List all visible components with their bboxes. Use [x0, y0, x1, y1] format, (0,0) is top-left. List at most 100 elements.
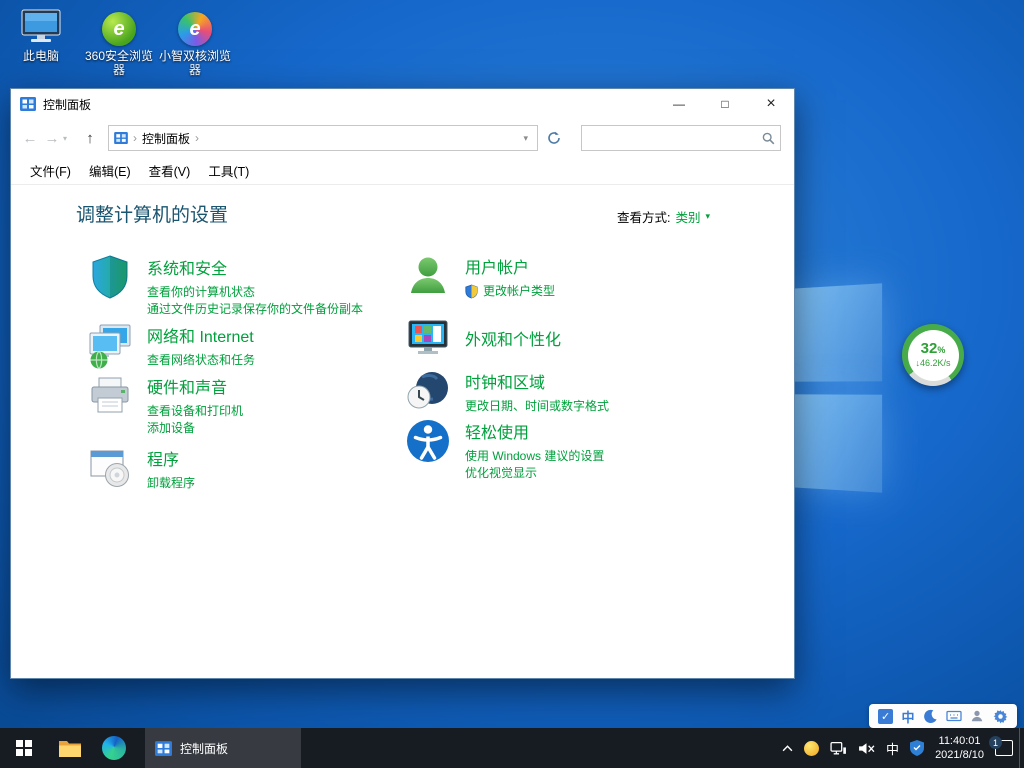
maximize-button[interactable]: □ [702, 89, 748, 119]
desktop-icon-label: 此电脑 [4, 49, 78, 63]
category-title[interactable]: 系统和安全 [147, 255, 363, 279]
search-icon[interactable] [756, 132, 780, 145]
moon-icon[interactable] [923, 709, 938, 724]
desktop-icon-xiaozhi-browser[interactable]: e 小智双核浏览器 [158, 6, 232, 77]
category-title[interactable]: 时钟和区域 [465, 369, 609, 393]
recent-pages-dropdown[interactable]: ▾ [63, 134, 75, 143]
category-title[interactable]: 网络和 Internet [147, 323, 255, 347]
control-panel-home: 调整计算机的设置 查看方式: 类别 ▾ 系统和安全 [11, 185, 794, 678]
action-center-button[interactable]: 1 [995, 740, 1013, 756]
category-link[interactable]: 使用 Windows 建议的设置 [465, 448, 604, 465]
menu-edit[interactable]: 编辑(E) [80, 161, 140, 180]
system-tray: 中 11:40:01 2021/8/10 1 [782, 728, 1019, 768]
speed-gauge-ball[interactable]: 32% ↓46.2K/s [902, 324, 964, 386]
360-browser-icon: e [82, 6, 156, 46]
minimize-button[interactable]: — [656, 89, 702, 119]
360-tray-icon[interactable] [804, 741, 819, 756]
taskbar-clock[interactable]: 11:40:01 2021/8/10 [935, 734, 984, 762]
address-dropdown-icon[interactable]: ▾ [519, 133, 532, 144]
category-hardware-sound: 硬件和声音 查看设备和打印机 添加设备 [86, 372, 401, 437]
category-clock-region: 时钟和区域 更改日期、时间或数字格式 [404, 367, 734, 415]
category-title[interactable]: 程序 [147, 446, 195, 470]
volume-muted-icon[interactable] [858, 742, 875, 755]
notification-count-badge: 1 [989, 736, 1002, 749]
window-title: 控制面板 [43, 96, 91, 113]
category-link[interactable]: 通过文件历史记录保存你的文件备份副本 [147, 301, 363, 318]
ime-mode-indicator[interactable]: 中 [901, 707, 914, 726]
start-button[interactable] [0, 728, 48, 768]
ease-of-access-icon[interactable] [404, 417, 452, 465]
taskbar-edge-browser[interactable] [92, 728, 136, 768]
tray-expand-chevron-icon[interactable] [782, 745, 793, 752]
breadcrumb-separator: › [133, 131, 137, 145]
taskbar-file-explorer[interactable] [48, 728, 92, 768]
network-speed: ↓46.2K/s [915, 358, 950, 369]
desktop: 此电脑 e 360安全浏览器 e 小智双核浏览器 控制面板 — □ [0, 0, 1024, 768]
windows-logo-icon [16, 740, 32, 756]
category-title[interactable]: 轻松使用 [465, 419, 604, 443]
address-bar[interactable]: › 控制面板 › ▾ [108, 125, 538, 151]
uac-shield-icon [465, 284, 478, 299]
chevron-down-icon[interactable]: ▾ [705, 211, 710, 222]
up-button[interactable]: ↑ [77, 130, 103, 147]
ime-language-indicator[interactable]: 中 [886, 739, 899, 758]
this-pc-icon [4, 6, 78, 46]
programs-icon[interactable] [86, 444, 134, 492]
ime-status-icon[interactable]: ✓ [878, 709, 893, 724]
taskbar-task-control-panel[interactable]: 控制面板 [145, 728, 301, 768]
category-title[interactable]: 外观和个性化 [465, 326, 561, 350]
category-link-uac[interactable]: 更改帐户类型 [465, 283, 555, 300]
network-internet-icon[interactable] [86, 321, 134, 369]
personalization-icon[interactable] [404, 314, 452, 362]
search-box[interactable] [581, 125, 781, 151]
view-by-label: 查看方式: [617, 207, 670, 226]
network-icon[interactable] [830, 741, 847, 756]
category-link[interactable]: 卸载程序 [147, 475, 195, 492]
category-link[interactable]: 更改日期、时间或数字格式 [465, 398, 609, 415]
breadcrumb-separator[interactable]: › [195, 131, 199, 145]
category-link[interactable]: 查看设备和打印机 [147, 403, 243, 420]
breadcrumb[interactable]: 控制面板 [142, 130, 190, 147]
desktop-icon-label: 360安全浏览器 [82, 49, 156, 77]
refresh-icon [547, 131, 561, 145]
category-title[interactable]: 用户帐户 [465, 254, 555, 278]
category-programs: 程序 卸载程序 [86, 444, 401, 492]
system-security-icon[interactable] [86, 253, 134, 301]
category-link[interactable]: 查看你的计算机状态 [147, 284, 363, 301]
clock-region-icon[interactable] [404, 367, 452, 415]
show-desktop-button[interactable] [1019, 728, 1024, 768]
desktop-icon-label: 小智双核浏览器 [158, 49, 232, 77]
category-link-label: 更改帐户类型 [483, 283, 555, 300]
page-title: 调整计算机的设置 [76, 200, 228, 227]
desktop-icon-360-browser[interactable]: e 360安全浏览器 [82, 6, 156, 77]
user-accounts-icon[interactable] [404, 252, 452, 300]
desktop-icon-this-pc[interactable]: 此电脑 [4, 6, 78, 63]
category-network-internet: 网络和 Internet 查看网络状态和任务 [86, 321, 401, 369]
menu-view[interactable]: 查看(V) [140, 161, 200, 180]
category-link[interactable]: 添加设备 [147, 420, 243, 437]
category-system-security: 系统和安全 查看你的计算机状态 通过文件历史记录保存你的文件备份副本 [86, 253, 401, 318]
taskbar: 控制面板 中 11:40:01 2021/8/10 [0, 728, 1024, 768]
category-ease-of-access: 轻松使用 使用 Windows 建议的设置 优化视觉显示 [404, 417, 734, 482]
keyboard-icon[interactable] [946, 709, 962, 723]
menu-tools[interactable]: 工具(T) [199, 161, 258, 180]
title-bar[interactable]: 控制面板 — □ × [11, 89, 794, 119]
refresh-button[interactable] [541, 125, 567, 151]
category-link[interactable]: 查看网络状态和任务 [147, 352, 255, 369]
category-link[interactable]: 优化视觉显示 [465, 465, 604, 482]
gear-icon[interactable] [993, 709, 1008, 724]
control-panel-window: 控制面板 — □ × ← → ▾ ↑ › 控制面板 [10, 88, 795, 679]
back-button[interactable]: ← [19, 130, 41, 147]
user-icon[interactable] [970, 709, 984, 723]
clock-time: 11:40:01 [935, 734, 984, 748]
clock-date: 2021/8/10 [935, 748, 984, 762]
hardware-sound-icon[interactable] [86, 372, 134, 420]
defender-shield-icon[interactable] [910, 740, 924, 756]
view-by-value[interactable]: 类别 [675, 207, 700, 226]
search-input[interactable] [582, 126, 756, 150]
menu-bar: 文件(F) 编辑(E) 查看(V) 工具(T) [11, 157, 794, 185]
menu-file[interactable]: 文件(F) [21, 161, 80, 180]
category-title[interactable]: 硬件和声音 [147, 374, 243, 398]
forward-button[interactable]: → [41, 130, 63, 147]
close-button[interactable]: × [748, 89, 794, 119]
